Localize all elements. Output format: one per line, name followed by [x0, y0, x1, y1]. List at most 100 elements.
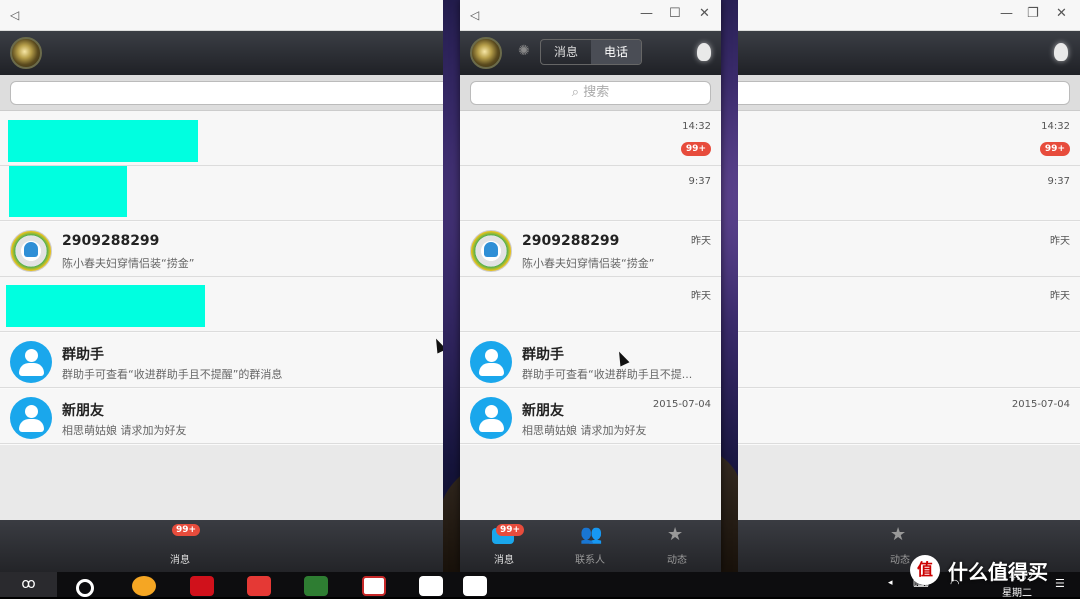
search-input[interactable]: [738, 81, 1070, 105]
search-bar: [0, 75, 443, 111]
timestamp: 2015-07-04: [652, 399, 711, 410]
message-call-switch: 消息 电话: [540, 39, 642, 65]
list-item[interactable]: 2015-07-04: [738, 389, 1080, 444]
user-avatar[interactable]: [10, 37, 42, 69]
title-bar: ◁: [0, 0, 443, 31]
tab-contacts[interactable]: 👥 联系人: [560, 520, 620, 572]
watermark: 值 什么值得买: [910, 555, 1048, 585]
redacted-block: [6, 285, 205, 327]
background-qq-window-right: — ❐ ✕ 14:32 99+ 9:37 昨天 昨天 2015-07-04 ★ …: [738, 0, 1080, 572]
app-header: [738, 31, 1080, 75]
list-item[interactable]: [738, 333, 1080, 388]
lightbulb-icon[interactable]: [1054, 43, 1068, 61]
ibrowser-icon[interactable]: [247, 576, 271, 596]
list-item[interactable]: 2909288299 陈小春夫妇穿情侣装“捞金”: [0, 222, 443, 277]
unread-badge: 99+: [680, 142, 711, 156]
last-message: 群助手可查看“收进群助手且不提...: [522, 368, 693, 381]
list-item[interactable]: 新朋友 相思萌姑娘 请求加为好友: [0, 389, 443, 444]
list-item[interactable]: 新朋友 相思萌姑娘 请求加为好友 2015-07-04: [460, 389, 721, 444]
list-item[interactable]: 9:37: [460, 166, 721, 221]
maximize-icon[interactable]: ☐: [669, 6, 681, 21]
netease-icon[interactable]: [190, 576, 214, 596]
list-item[interactable]: 昨天: [738, 277, 1080, 332]
list-item[interactable]: 2909288299 陈小春夫妇穿情侣装“捞金” 昨天: [460, 222, 721, 277]
tab-messages-segment[interactable]: 消息: [541, 40, 591, 64]
redacted-block: [9, 166, 127, 217]
timestamp: 昨天: [691, 236, 711, 247]
last-message: 相思萌姑娘 请求加为好友: [522, 424, 647, 437]
qq-icon[interactable]: [419, 576, 443, 596]
user-avatar[interactable]: [470, 37, 502, 69]
qq-icon[interactable]: [463, 576, 487, 596]
list-item[interactable]: 群助手 群助手可查看“收进群助手且不提醒”的群消息: [0, 333, 443, 388]
contact-name: 新朋友: [62, 403, 104, 419]
search-icon: ⌕: [571, 85, 580, 100]
restore-icon[interactable]: ❐: [1027, 6, 1039, 21]
timestamp: 昨天: [691, 291, 711, 302]
tab-messages[interactable]: 99+ 消息: [150, 520, 210, 572]
star-icon: ★: [890, 524, 907, 545]
tab-activity[interactable]: ★ 动态: [647, 520, 707, 572]
bottom-tab-bar: 99+ 消息 👥 联系人 ★ 动态: [460, 520, 721, 572]
timestamp: 9:37: [688, 176, 711, 187]
list-item[interactable]: 14:32 99+: [738, 111, 1080, 166]
close-icon[interactable]: ✕: [699, 6, 710, 21]
player-icon[interactable]: [304, 576, 328, 596]
list-item[interactable]: 昨天: [738, 222, 1080, 277]
unread-badge: 99+: [172, 524, 201, 536]
background-qq-window-left: ◁ 2909288299 陈小春夫妇穿情侣装“捞金” 群助手 群助手可查看“收进…: [0, 0, 443, 572]
tab-messages[interactable]: 99+ 消息: [474, 520, 534, 572]
contact-name: 2909288299: [522, 233, 620, 249]
list-item[interactable]: 9:37: [738, 166, 1080, 221]
contact-name: 群助手: [522, 347, 564, 363]
lightbulb-icon[interactable]: [697, 43, 711, 61]
menu-icon[interactable]: ☰: [1055, 577, 1065, 590]
redacted-block: [8, 120, 198, 162]
last-message: 相思萌姑娘 请求加为好友: [62, 424, 187, 437]
timestamp: 2015-07-04: [1011, 399, 1070, 410]
app-header: [0, 31, 443, 75]
unread-badge: 99+: [1039, 142, 1070, 156]
unread-badge: 99+: [496, 524, 525, 536]
last-message: 陈小春夫妇穿情侣装“捞金”: [522, 257, 655, 270]
contacts-icon: 👥: [580, 524, 603, 545]
search-bar: [738, 75, 1080, 111]
watermark-logo-icon: 值: [910, 555, 940, 585]
conversation-list: 14:32 99+ 9:37 2909288299 陈小春夫妇穿情侣装“捞金” …: [460, 111, 721, 445]
timestamp: 昨天: [1050, 236, 1070, 247]
qq-window: ◁ — ☐ ✕ ✺ 消息 电话 ⌕ 搜索 14:32 99+ 9:37 2909…: [460, 0, 721, 572]
last-message: 群助手可查看“收进群助手且不提醒”的群消息: [62, 368, 283, 381]
back-arrow-icon[interactable]: ◁: [10, 8, 19, 22]
close-icon[interactable]: ✕: [1056, 6, 1067, 21]
new-friend-icon: [470, 397, 512, 439]
title-bar: ◁ — ☐ ✕: [460, 0, 721, 31]
list-item[interactable]: [0, 111, 443, 166]
minimize-icon[interactable]: —: [640, 6, 653, 21]
search-circle-icon[interactable]: [76, 579, 94, 597]
search-input[interactable]: ⌕ 搜索: [470, 81, 711, 105]
search-input[interactable]: [10, 81, 443, 105]
list-item[interactable]: 昨天: [460, 277, 721, 332]
list-item[interactable]: [0, 277, 443, 332]
bottom-tab-bar: 99+ 消息: [0, 520, 443, 572]
title-bar: — ❐ ✕: [738, 0, 1080, 31]
list-item[interactable]: 群助手 群助手可查看“收进群助手且不提...: [460, 333, 721, 388]
conversation-list: 14:32 99+ 9:37 昨天 昨天 2015-07-04: [738, 111, 1080, 445]
download-icon[interactable]: [132, 576, 156, 596]
group-helper-icon: [470, 341, 512, 383]
back-arrow-icon[interactable]: ◁: [470, 8, 479, 22]
tab-calls-segment[interactable]: 电话: [591, 40, 641, 64]
list-item[interactable]: [0, 166, 443, 221]
star-icon: ★: [667, 524, 684, 545]
tab-label: 消息: [494, 555, 514, 566]
tab-label: 消息: [170, 555, 190, 566]
transparent-area: [460, 445, 721, 521]
start-icon[interactable]: ꝏ: [0, 572, 57, 597]
new-friend-icon: [10, 397, 52, 439]
search-placeholder: 搜索: [583, 85, 610, 100]
zhide-icon[interactable]: [362, 576, 386, 596]
app-header: ✺ 消息 电话: [460, 31, 721, 75]
list-item[interactable]: 14:32 99+: [460, 111, 721, 166]
tray-arrow-icon[interactable]: ◂: [888, 578, 893, 588]
minimize-icon[interactable]: —: [1000, 6, 1013, 21]
